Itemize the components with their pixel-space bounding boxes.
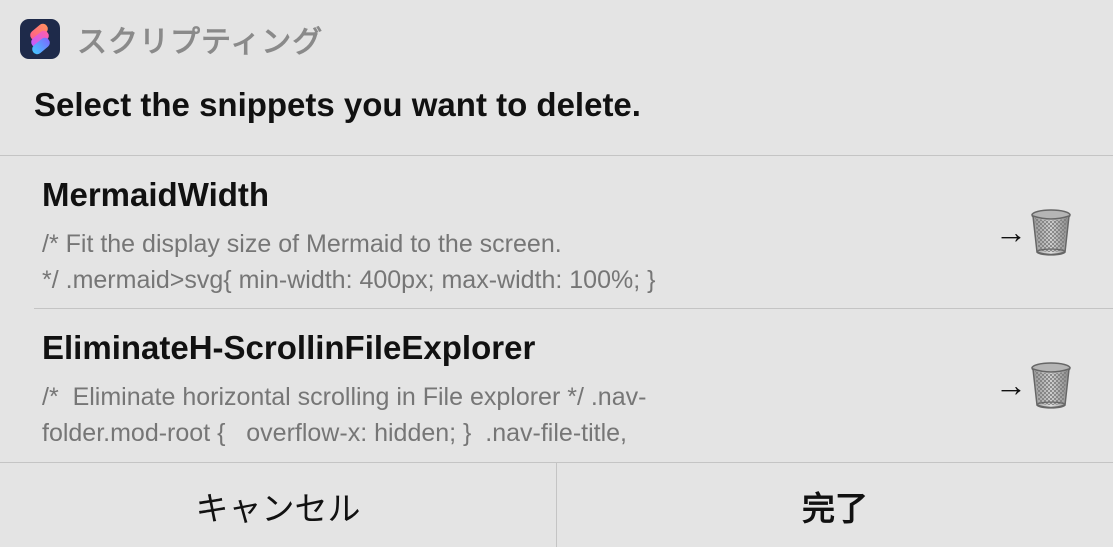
snippet-title: MermaidWidth: [42, 176, 270, 213]
snippet-row-mermaidwidth[interactable]: MermaidWidth /* Fit the display size of …: [0, 156, 1113, 308]
app-header: スクリプティング: [20, 19, 323, 59]
done-button[interactable]: 完了: [557, 463, 1113, 547]
arrow-right-icon: →: [995, 367, 1027, 403]
delete-snippet-button[interactable]: →: [995, 208, 1073, 256]
dialog-prompt: Select the snippets you want to delete.: [34, 86, 641, 123]
trash-icon: [1031, 362, 1071, 409]
delete-snippets-dialog: スクリプティング Select the snippets you want to…: [0, 0, 1113, 547]
snippet-title: EliminateH-ScrollinFileExplorer: [42, 329, 536, 366]
cancel-button[interactable]: キャンセル: [0, 463, 557, 547]
shortcuts-app-icon: [20, 19, 60, 59]
snippet-description: /* Fit the display size of Mermaid to th…: [42, 230, 656, 294]
app-name: スクリプティング: [77, 26, 324, 59]
delete-snippet-button[interactable]: →: [995, 361, 1073, 409]
snippet-row-eliminate-hscroll[interactable]: EliminateH-ScrollinFileExplorer /* Elimi…: [0, 309, 1113, 461]
arrow-right-icon: →: [995, 214, 1027, 250]
dialog-button-bar: キャンセル 完了: [0, 462, 1113, 547]
snippet-description: /* Eliminate horizontal scrolling in Fil…: [42, 383, 647, 447]
trash-icon: [1031, 209, 1071, 256]
